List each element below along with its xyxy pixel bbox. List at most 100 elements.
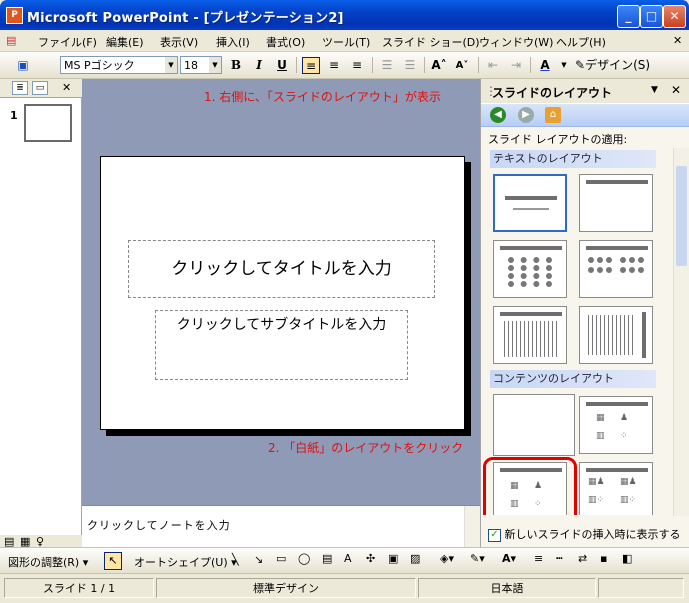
decrease-indent-icon[interactable]: ⇤ (484, 57, 502, 74)
scroll-thumb[interactable] (676, 166, 687, 266)
grow-font-button[interactable]: A˄ (430, 57, 448, 74)
select-pointer-icon[interactable]: ↖ (104, 552, 122, 570)
section-text-layouts: テキストのレイアウト (490, 150, 656, 168)
menu-help[interactable]: ヘルプ(H) (556, 34, 606, 50)
close-document-icon[interactable]: ✕ (673, 34, 682, 47)
notes-scrollbar[interactable] (464, 506, 480, 548)
forward-icon[interactable]: ▶ (518, 107, 534, 123)
show-on-insert-option[interactable]: ✓ 新しいスライドの挿入時に表示する (488, 526, 681, 542)
table-icon: ▦♟ (620, 477, 637, 487)
layout-two-content[interactable]: ▦♟ ▦♟ ▥⁘ ▥⁘ (579, 462, 653, 515)
italic-button[interactable]: I (250, 57, 268, 74)
menu-view[interactable]: 表示(V) (160, 34, 198, 50)
line-style-icon[interactable]: ≡ (534, 552, 543, 565)
arrow-icon[interactable]: ↘ (254, 553, 263, 566)
menu-edit[interactable]: 編集(E) (106, 34, 144, 50)
layout-title-and-content[interactable]: ▦ ♟ ▥ ⁘ (579, 396, 653, 454)
menu-slideshow[interactable]: スライド ショー(D) (382, 34, 480, 50)
minimize-button[interactable]: _ (617, 5, 640, 28)
textbox-icon[interactable]: ▤ (322, 552, 332, 565)
slide-canvas[interactable]: クリックしてタイトルを入力 クリックしてサブタイトルを入力 (100, 156, 465, 430)
annotation-step1: 1. 右側に、「スライドのレイアウト」が表示 (204, 90, 441, 104)
drawing-toolbar: 図形の調整(R) ▾ ↖ オートシェイプ(U) ▾ ╲ ↘ ▭ ◯ ▤ A ✣ … (0, 547, 689, 574)
show-on-insert-label: 新しいスライドの挿入時に表示する (504, 528, 681, 541)
align-right-button[interactable]: ≡ (348, 57, 366, 74)
show-on-insert-checkbox[interactable]: ✓ (488, 528, 501, 542)
layout-gallery: テキストのレイアウト コンテンツのレイアウト ▦ ♟ ▥ ⁘ ▦ ♟ ▥ ⁘ ▦… (481, 147, 674, 515)
chevron-down-icon: ▼ (165, 57, 177, 73)
status-design: 標準デザイン (156, 578, 416, 598)
subtitle-placeholder[interactable]: クリックしてサブタイトルを入力 (155, 310, 408, 380)
menu-file[interactable]: ファイル(F) (38, 34, 97, 50)
font-color-button[interactable]: A (536, 57, 554, 74)
powerpoint-icon[interactable]: P (6, 7, 23, 24)
annotation-step2: 2. 「白紙」のレイアウトをクリック (268, 441, 464, 455)
chevron-down-icon[interactable]: ▼ (651, 85, 658, 95)
back-icon[interactable]: ◀ (490, 107, 506, 123)
wordart-icon[interactable]: A (344, 552, 352, 565)
design-button[interactable]: ✎デザイン(S) (575, 57, 653, 74)
chevron-down-icon[interactable]: ▼ (555, 57, 573, 74)
home-icon[interactable]: ⌂ (545, 107, 561, 123)
window-title: Microsoft PowerPoint - [プレゼンテーション2] (27, 11, 344, 26)
notes-pane[interactable]: クリックしてノートを入力 (82, 505, 480, 548)
document-icon[interactable]: ▤ (6, 34, 16, 47)
shadow-icon[interactable]: ▪ (600, 552, 607, 565)
arrow-style-icon[interactable]: ⇄ (578, 552, 587, 565)
shrink-font-button[interactable]: A˅ (453, 57, 471, 74)
line-color-icon[interactable]: ✎▾ (470, 552, 485, 565)
numbering-icon[interactable]: ☰ (378, 57, 396, 74)
slides-tab-icon[interactable]: ▭ (32, 81, 48, 95)
align-center-button[interactable]: ≡ (325, 57, 343, 74)
maximize-button[interactable]: □ (640, 5, 663, 28)
line-icon[interactable]: ╲ (232, 553, 239, 566)
section-content-layouts: コンテンツのレイアウト (490, 370, 656, 388)
menu-window[interactable]: ウィンドウ(W) (479, 34, 553, 50)
slide-number: 1 (10, 109, 18, 122)
bullets-icon[interactable]: ☰ (401, 57, 419, 74)
slide-thumbnail[interactable] (24, 104, 72, 142)
rectangle-icon[interactable]: ▭ (276, 552, 286, 565)
menu-insert[interactable]: 挿入(I) (216, 34, 250, 50)
status-extra (598, 578, 684, 598)
3d-icon[interactable]: ◧ (622, 552, 632, 565)
autoshape-label: オートシェイプ(U) (134, 556, 228, 569)
gallery-scrollbar[interactable] (673, 148, 689, 516)
fill-color-icon[interactable]: ◈▾ (440, 552, 454, 565)
menu-format[interactable]: 書式(O) (266, 34, 305, 50)
increase-indent-icon[interactable]: ⇥ (507, 57, 525, 74)
layout-vertical-text[interactable] (493, 306, 567, 364)
adjust-shapes-button[interactable]: 図形の調整(R) ▾ (8, 554, 88, 570)
close-button[interactable]: ✕ (663, 5, 686, 28)
menu-tools[interactable]: ツール(T) (322, 34, 370, 50)
close-pane-icon[interactable]: ✕ (62, 81, 71, 94)
diagram-icon[interactable]: ✣ (366, 552, 375, 565)
font-name-select[interactable]: MS Pゴシック ▼ (60, 56, 178, 74)
font-size-select[interactable]: 18 ▼ (180, 56, 222, 74)
autoshape-button[interactable]: オートシェイプ(U) ▾ (134, 554, 237, 570)
clipart-icon[interactable]: ▣ (388, 552, 398, 565)
align-left-button[interactable]: ≡ (302, 57, 320, 74)
oval-icon[interactable]: ◯ (298, 552, 310, 565)
layout-two-column-text[interactable] (579, 240, 653, 298)
save-icon[interactable]: ▣ (14, 57, 32, 74)
table-icon: ▦♟ (588, 477, 605, 487)
design-label: デザイン(S) (585, 58, 651, 72)
picture-icon[interactable]: ▨ (410, 552, 420, 565)
layout-vertical-title-text[interactable] (579, 306, 653, 364)
layout-title-slide[interactable] (493, 174, 567, 232)
font-color-icon[interactable]: A▾ (502, 552, 516, 565)
underline-button[interactable]: U (273, 57, 291, 74)
outline-tab-icon[interactable]: ≣ (12, 81, 28, 95)
layout-title-only[interactable] (579, 174, 653, 232)
layout-blank[interactable] (493, 394, 575, 456)
dash-style-icon[interactable]: ┅ (556, 552, 563, 565)
status-slide: スライド 1 / 1 (4, 578, 154, 598)
close-icon[interactable]: ✕ (671, 83, 681, 97)
diagram-icon: ⁘ (620, 431, 628, 441)
layout-title-and-text[interactable] (493, 240, 567, 298)
bold-button[interactable]: B (227, 57, 245, 74)
title-placeholder[interactable]: クリックしてタイトルを入力 (128, 240, 435, 298)
design-icon: ✎ (575, 58, 586, 72)
status-bar: スライド 1 / 1 標準デザイン 日本語 (0, 574, 689, 603)
